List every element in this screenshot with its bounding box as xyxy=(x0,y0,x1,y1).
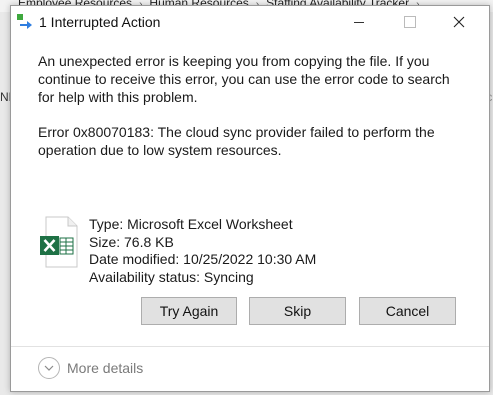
maximize-icon xyxy=(404,16,416,28)
skip-button[interactable]: Skip xyxy=(249,297,346,325)
file-size: Size: 76.8 KB xyxy=(89,233,174,250)
minimize-button[interactable] xyxy=(347,10,371,34)
error-message: An unexpected error is keeping you from … xyxy=(38,53,450,105)
file-date-modified: Date modified: 10/25/2022 10:30 AM xyxy=(89,251,317,267)
more-details-label: More details xyxy=(67,360,144,376)
excel-file-icon xyxy=(40,216,78,268)
close-icon xyxy=(453,16,465,28)
copy-arrow-icon xyxy=(17,14,32,29)
chevron-down-icon xyxy=(38,357,60,379)
background-left-text: NE xyxy=(0,90,10,104)
file-type: Type: Microsoft Excel Worksheet xyxy=(89,216,293,232)
divider xyxy=(11,346,489,347)
error-code-text: Error 0x80070183: The cloud sync provide… xyxy=(38,124,435,158)
minimize-icon xyxy=(354,21,364,23)
maximize-button[interactable] xyxy=(398,10,422,34)
file-details: Type: Microsoft Excel Worksheet Size: 76… xyxy=(89,216,316,286)
title-bar[interactable]: 1 Interrupted Action xyxy=(11,6,489,36)
close-button[interactable] xyxy=(447,10,471,34)
file-availability-status: Availability status: Syncing xyxy=(89,268,254,285)
try-again-button[interactable]: Try Again xyxy=(141,297,237,325)
interrupted-action-dialog: 1 Interrupted Action An unexpected error… xyxy=(10,5,490,392)
dialog-title: 1 Interrupted Action xyxy=(39,14,161,30)
more-details-toggle[interactable]: More details xyxy=(38,356,143,380)
cancel-button[interactable]: Cancel xyxy=(359,297,456,325)
